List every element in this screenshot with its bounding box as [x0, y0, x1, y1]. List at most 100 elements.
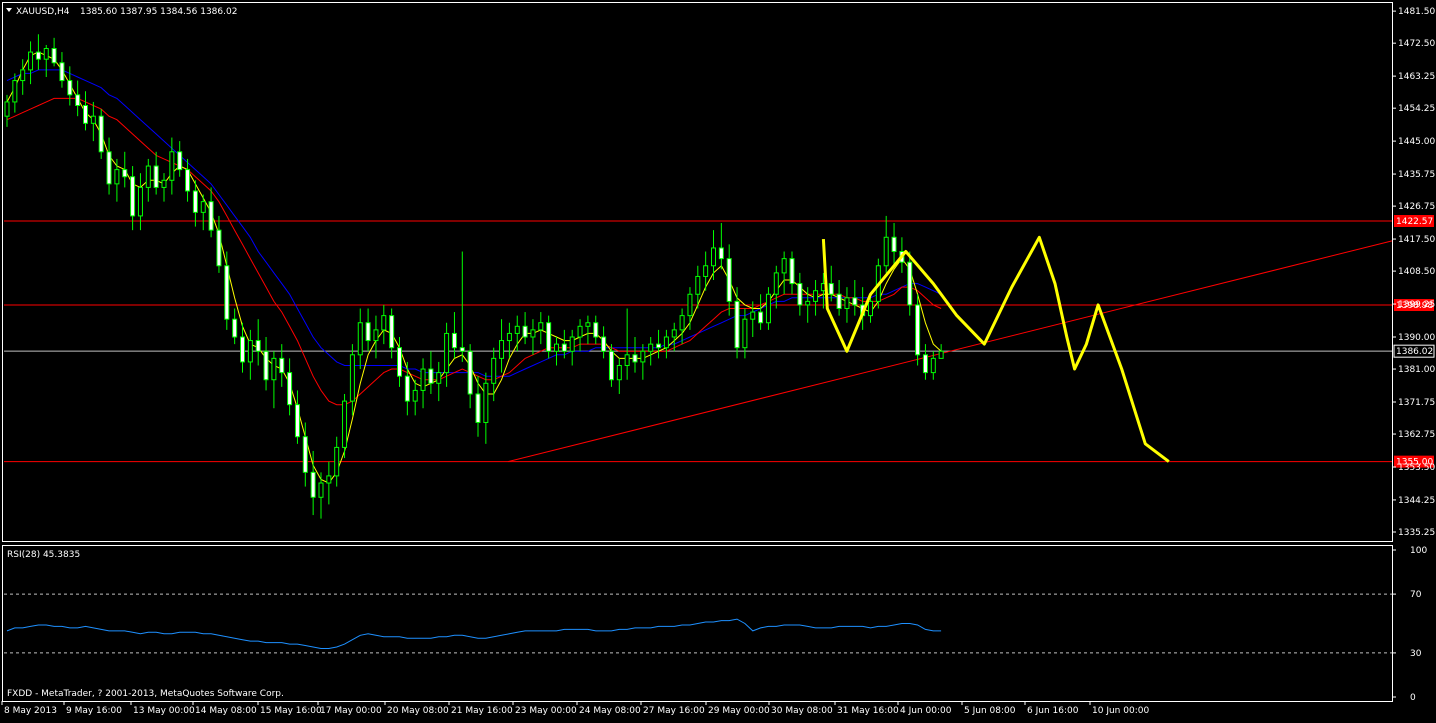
candle-bull — [43, 48, 49, 60]
ma-mid-line — [6, 97, 942, 406]
candle-bull — [765, 293, 771, 324]
candle-bear — [428, 368, 434, 384]
candle-bull — [506, 332, 512, 342]
candle-bear — [153, 165, 159, 188]
candle-bull — [514, 325, 520, 334]
time-tick-label: 20 May 08:00 — [387, 706, 449, 716]
candle-bull — [569, 336, 575, 352]
candle-bull — [247, 340, 253, 363]
price-tick-label: 1426.75 — [1398, 202, 1435, 212]
candle-bear — [593, 322, 599, 338]
time-tick-label: 13 May 00:00 — [133, 706, 195, 716]
candle-bear — [365, 322, 371, 342]
candle-bull — [412, 389, 418, 402]
candle-bull — [671, 329, 677, 338]
candle-bull — [326, 475, 332, 484]
candle-bull — [813, 290, 819, 302]
price-tick-label: 1399.25 — [1398, 300, 1435, 310]
candle-bear — [287, 372, 293, 406]
candle-bear — [789, 258, 795, 285]
candle-bear — [240, 336, 245, 363]
candle-bull — [687, 293, 693, 317]
candle-bear — [451, 332, 457, 349]
candle-bear — [310, 471, 316, 498]
price-tick-label: 1362.75 — [1398, 430, 1435, 440]
candle-bear — [224, 265, 230, 320]
candle-bear — [891, 236, 897, 253]
price-tick-label: 1371.75 — [1398, 398, 1435, 408]
candle-bear — [232, 318, 238, 338]
time-tick-label: 9 May 16:00 — [66, 706, 122, 716]
candle-bull — [436, 372, 442, 384]
price-tick-label: 1344.25 — [1398, 496, 1435, 506]
candle-bear — [726, 258, 732, 302]
candle-bull — [679, 315, 685, 331]
candle-bear — [632, 354, 638, 363]
candle-bear — [294, 404, 300, 438]
candle-bull — [334, 446, 340, 477]
candle-bull — [491, 357, 497, 384]
candle-bear — [185, 169, 191, 192]
candle-bull — [271, 357, 277, 381]
candle-bear — [601, 336, 607, 352]
candle-bull — [381, 315, 387, 331]
chart-svg[interactable]: 1422.571398.981355.001386.02 1481.501472… — [0, 0, 1436, 719]
candle-bull — [373, 329, 379, 342]
time-tick-label: 10 Jun 00:00 — [1092, 706, 1149, 716]
rsi-label: RSI(28) 45.3835 — [7, 550, 80, 560]
time-axis[interactable]: 8 May 2013 9 May 16:00 13 May 00:00 14 May … — [1, 701, 1149, 716]
candle-bull — [930, 357, 936, 374]
time-tick-label: 29 May 00:00 — [708, 706, 770, 716]
candle-bear — [397, 347, 402, 377]
candle-bull — [742, 318, 748, 349]
price-tick-label: 1435.75 — [1398, 170, 1435, 180]
candle-bear — [208, 201, 214, 231]
candle-bull — [145, 165, 151, 188]
candle-bull — [868, 300, 873, 317]
horizontal-line-price-label: 1422.57 — [1396, 217, 1433, 227]
price-tick-label: 1381.00 — [1398, 365, 1435, 375]
candle-bull — [169, 151, 175, 181]
chart[interactable]: 1422.57 1398.98 1355.00 1386.02 1481.50 1472… — [0, 0, 1436, 719]
symbol-label: XAUUSD,H4 — [16, 7, 70, 17]
price-tick-label: 1481.50 — [1398, 7, 1435, 17]
candle-bear — [67, 80, 73, 96]
dropdown-arrow-icon[interactable] — [6, 8, 12, 12]
candle-bear — [192, 190, 198, 213]
candle-bear — [907, 261, 913, 306]
rsi-tick-label: 30 — [1410, 649, 1422, 659]
rsi-line — [6, 618, 942, 649]
candle-bull — [28, 51, 34, 71]
candle-bear — [255, 340, 261, 352]
candle-bull — [577, 325, 583, 338]
candle-bear — [302, 436, 308, 473]
time-tick-label: 4 Jun 00:00 — [900, 706, 952, 716]
candle-bear — [656, 343, 662, 349]
candle-bear — [922, 354, 928, 374]
pattern-group[interactable] — [821, 235, 1170, 463]
candle-bull — [640, 350, 646, 363]
candle-bull — [773, 272, 779, 295]
price-tick-label: 1390.00 — [1398, 333, 1435, 343]
price-tick-label: 1353.50 — [1398, 463, 1435, 473]
candle-bear — [279, 357, 285, 374]
pattern-projection[interactable] — [821, 235, 1170, 463]
candle-bear — [852, 297, 858, 306]
price-tick-label: 1472.50 — [1398, 39, 1435, 49]
candle-bear — [177, 151, 183, 171]
candle-bull — [200, 201, 206, 213]
candle-bear — [216, 229, 222, 267]
candle-bull — [938, 350, 944, 359]
candle-bull — [444, 332, 450, 374]
candle-bull — [420, 368, 426, 391]
ma-fast-line — [6, 51, 942, 484]
time-tick-label: 24 May 08:00 — [579, 706, 641, 716]
copyright-text: FXDD - MetaTrader, ? 2001-2013, MetaQuot… — [7, 689, 284, 699]
candle-bull — [538, 322, 544, 331]
candle-bear — [758, 311, 764, 324]
candle-bull — [12, 80, 18, 103]
candle-bull — [750, 311, 756, 320]
candle-bear — [106, 151, 112, 185]
rsi-tick-label: 70 — [1410, 590, 1422, 600]
candle-bull — [585, 322, 591, 327]
